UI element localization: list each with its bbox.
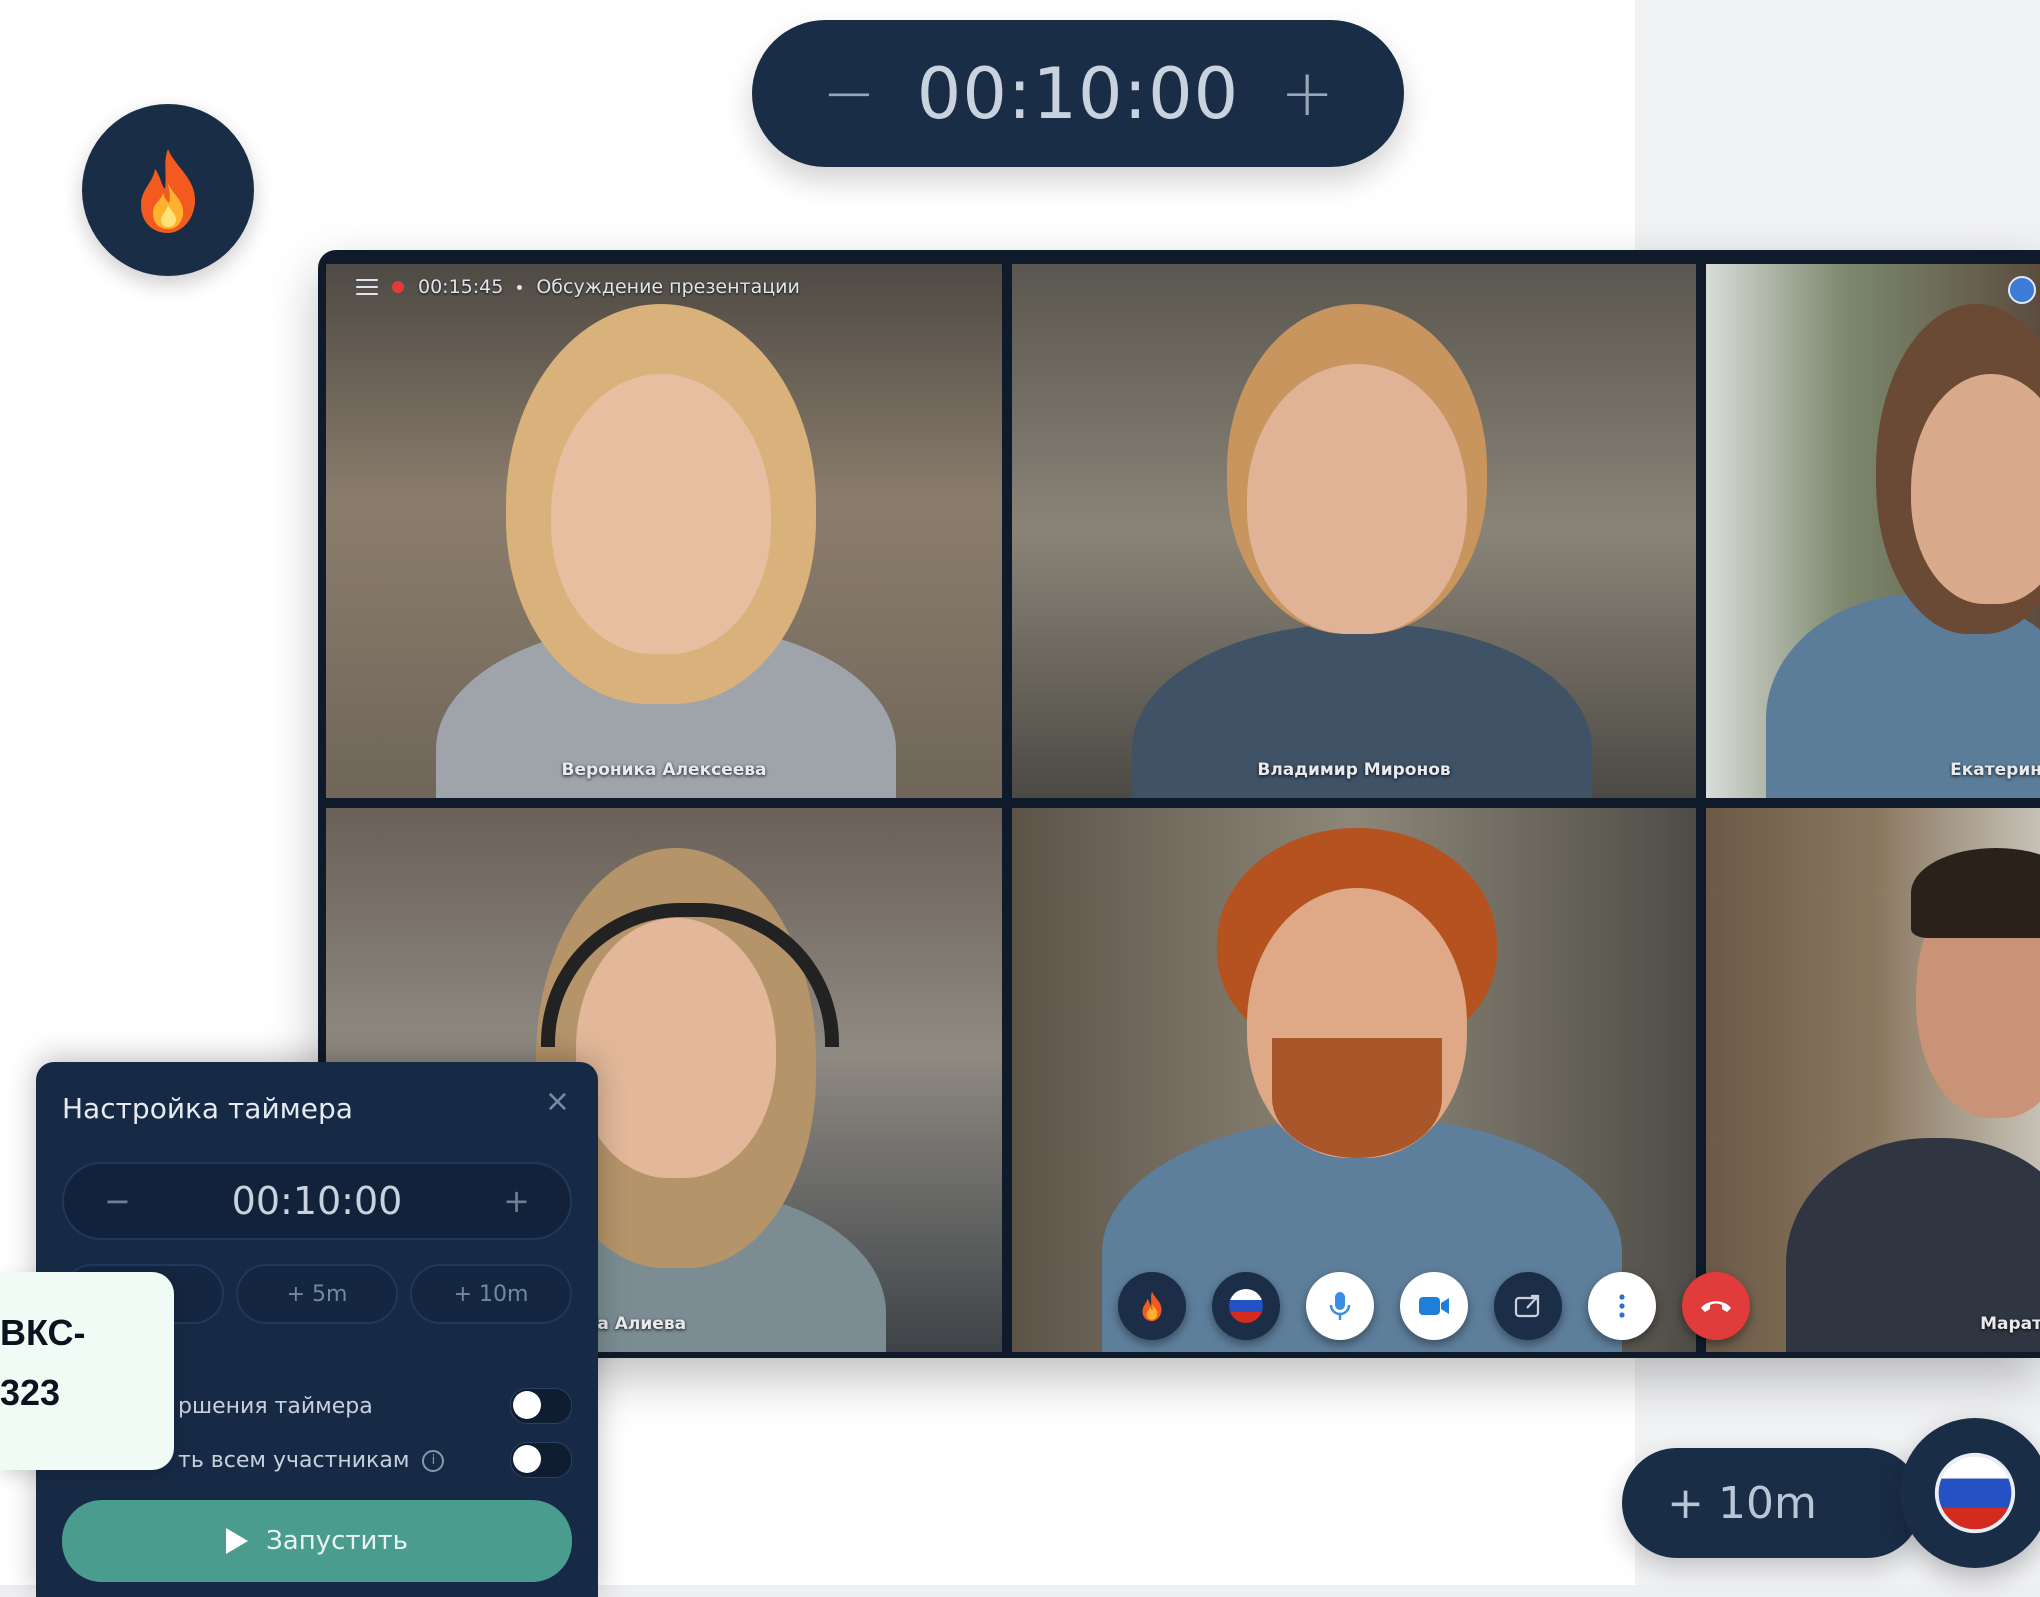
callout-line-1: ВКС- — [0, 1312, 86, 1353]
timer-stepper: − 00:10:00 + — [62, 1162, 572, 1240]
camera-button[interactable] — [1400, 1272, 1468, 1340]
participant-tile[interactable]: Марат — [1706, 808, 2040, 1352]
callout-line-2: 323 — [0, 1372, 61, 1413]
participant-name: Екатерин — [1950, 760, 2040, 780]
microphone-icon — [1329, 1292, 1351, 1320]
info-icon[interactable]: i — [422, 1449, 445, 1472]
participant-tile[interactable]: Екатерин — [1706, 264, 2040, 798]
timer-decrease-button[interactable]: − — [104, 1182, 131, 1220]
add-10-minutes-pill[interactable]: + 10m — [1622, 1448, 1922, 1558]
participant-video — [1012, 808, 1696, 1352]
fire-icon — [141, 149, 196, 233]
participant-tile-active-speaker[interactable] — [1012, 808, 1696, 1352]
toggle-label: ть всем участникам — [178, 1447, 410, 1473]
start-timer-button[interactable]: Запустить — [62, 1500, 572, 1582]
timer-decrease-button[interactable]: − — [822, 62, 876, 126]
flag-icon — [1229, 1289, 1263, 1323]
flag-icon — [1934, 1452, 2016, 1534]
language-button[interactable] — [1212, 1272, 1280, 1340]
call-control-bar — [1118, 1272, 1750, 1340]
play-icon — [226, 1528, 249, 1554]
menu-icon[interactable] — [356, 279, 378, 295]
language-button[interactable] — [1900, 1418, 2040, 1568]
panel-title: Настройка таймера — [62, 1092, 353, 1125]
add-5-minutes-button[interactable]: + 5m — [236, 1264, 398, 1324]
meeting-title: Обсуждение презентации — [536, 276, 800, 298]
participant-video — [1706, 264, 2040, 798]
timer-end-toggle[interactable] — [510, 1388, 572, 1424]
elapsed-time: 00:15:45 — [418, 276, 504, 298]
participant-video — [1706, 808, 2040, 1352]
timer-increase-button[interactable]: + — [503, 1182, 530, 1220]
start-button-label: Запустить — [266, 1526, 408, 1556]
callout-card: ВКС- 323 — [0, 1272, 174, 1470]
timer-increase-button[interactable]: + — [1280, 62, 1334, 126]
participant-video — [1012, 264, 1696, 798]
reaction-button[interactable] — [1118, 1272, 1186, 1340]
add-10-minutes-button[interactable]: + 10m — [410, 1264, 572, 1324]
fire-reaction-button[interactable] — [82, 104, 254, 276]
recording-indicator-icon — [392, 281, 404, 293]
close-icon[interactable]: × — [545, 1084, 570, 1119]
show-all-participants-toggle[interactable] — [510, 1442, 572, 1478]
microphone-button[interactable] — [1306, 1272, 1374, 1340]
more-options-button[interactable] — [1588, 1272, 1656, 1340]
share-screen-button[interactable] — [1494, 1272, 1562, 1340]
conference-header: 00:15:45 Обсуждение презентации — [356, 276, 800, 298]
camera-icon — [1419, 1297, 1449, 1315]
timer-value: 00:10:00 — [916, 52, 1240, 135]
timer-value: 00:10:00 — [231, 1179, 403, 1223]
fire-icon — [1142, 1291, 1162, 1322]
hang-up-icon — [1701, 1301, 1731, 1312]
participant-name: Владимир Миронов — [1257, 760, 1451, 780]
participant-video — [326, 264, 1002, 798]
user-avatar[interactable] — [2008, 276, 2036, 304]
participant-tile[interactable]: Владимир Миронов — [1012, 264, 1696, 798]
share-screen-icon — [1514, 1294, 1540, 1318]
hang-up-button[interactable] — [1682, 1272, 1750, 1340]
top-timer-pill: − 00:10:00 + — [752, 20, 1404, 167]
participant-name: Вероника Алексеева — [561, 760, 767, 780]
participant-tile[interactable]: Вероника Алексеева — [326, 264, 1002, 798]
more-icon — [1619, 1294, 1625, 1318]
participant-name: Марат — [1980, 1314, 2040, 1334]
separator-dot — [517, 284, 523, 290]
